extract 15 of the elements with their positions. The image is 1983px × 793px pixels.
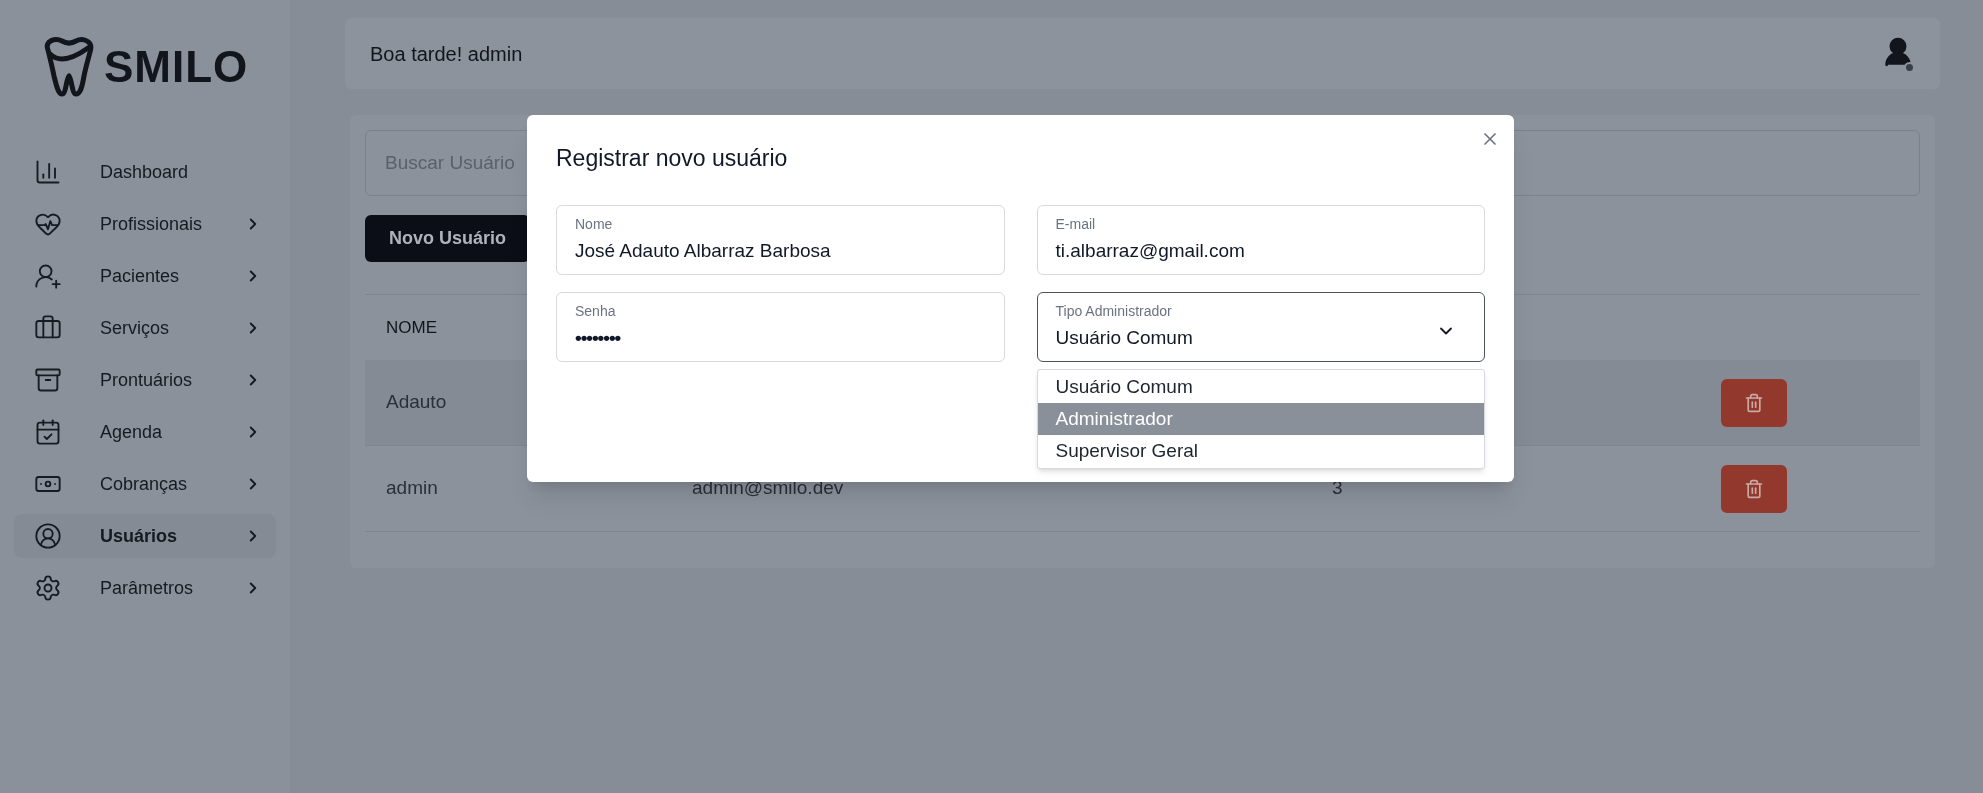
brand-name: SMILO	[104, 41, 249, 93]
table-cell-text: admin@smilo.dev	[692, 476, 845, 501]
table-cell-text: admin	[386, 476, 439, 501]
field-value: ••••••••	[575, 326, 621, 350]
field-value: José Adauto Albarraz Barbosa	[575, 239, 831, 263]
table-cell-text: Adauto	[386, 390, 448, 415]
field-label: Nome	[575, 215, 614, 233]
field-value: ti.albarraz@gmail.com	[1055, 239, 1245, 263]
field-label: Senha	[575, 302, 617, 320]
field-label: E-mail	[1055, 215, 1097, 233]
dialog-title: Registrar novo usuário	[556, 144, 789, 173]
greeting-text: Boa tarde! admin	[370, 41, 523, 67]
field-label: Tipo Administrador	[1055, 302, 1173, 320]
field-value: Usuário Comum	[1055, 326, 1193, 350]
column-header: NOME	[386, 317, 437, 337]
